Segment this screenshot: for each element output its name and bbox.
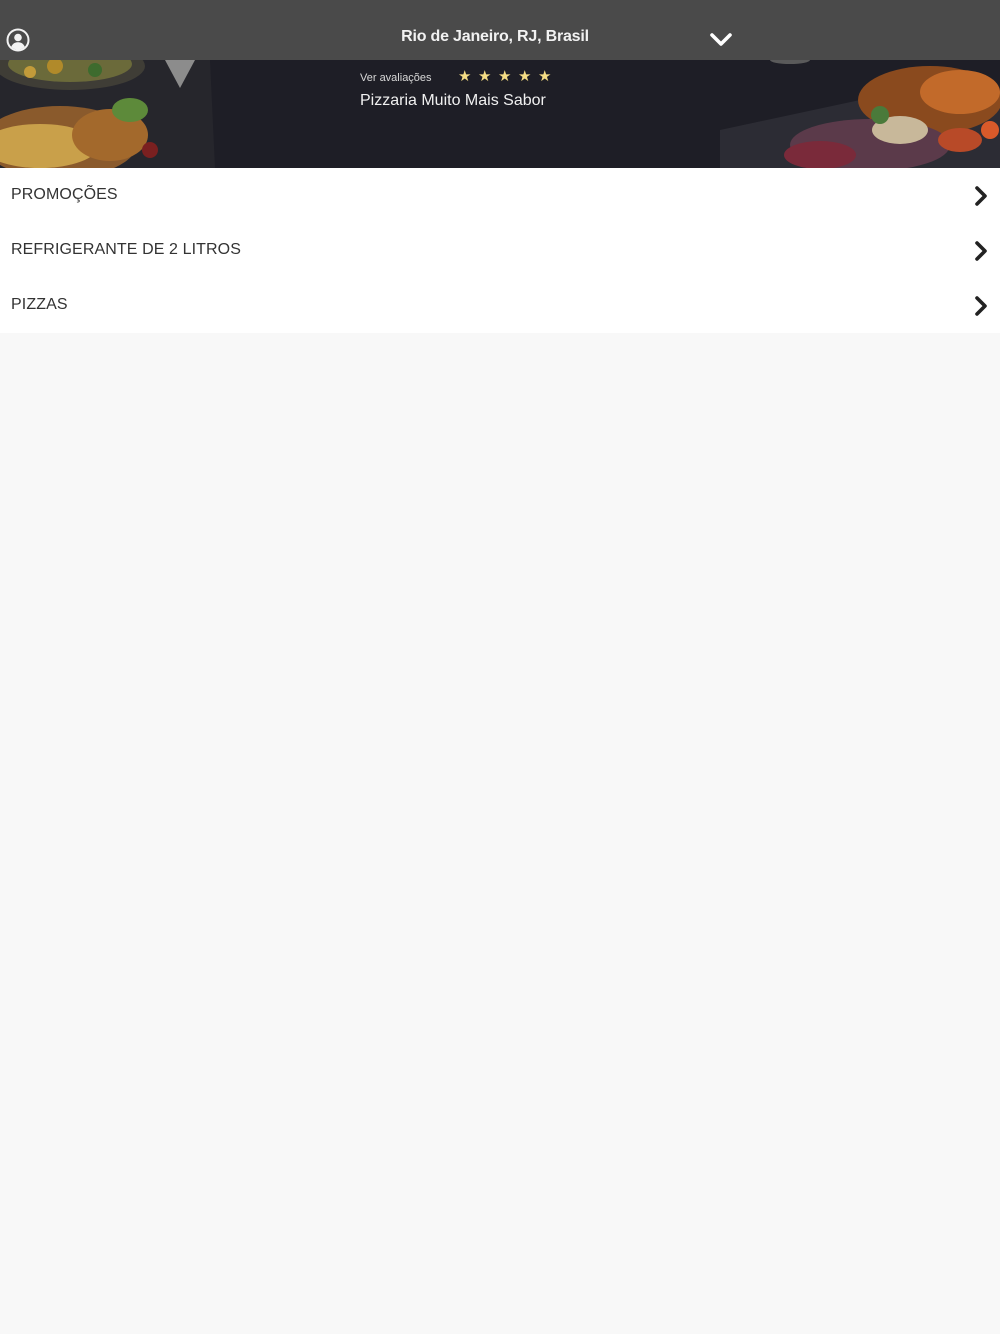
chevron-right-icon: [974, 186, 988, 206]
chevron-down-icon: [708, 30, 734, 50]
category-label: PROMOÇÕES: [11, 186, 118, 203]
category-item[interactable]: PIZZAS: [0, 278, 1000, 333]
star-icon: ★: [538, 68, 552, 85]
category-item[interactable]: REFRIGERANTE DE 2 LITROS: [0, 223, 1000, 278]
category-label: PIZZAS: [11, 296, 68, 313]
location-dropdown-button[interactable]: [708, 30, 734, 50]
store-banner: Ver avaliações ★ ★ ★ ★ ★ Pizzaria Muito Mais…: [0, 60, 1000, 168]
user-circle-icon: [6, 28, 30, 52]
location-selector[interactable]: Rio de Janeiro, RJ, Brasil: [300, 28, 690, 46]
star-icon: ★: [478, 68, 492, 85]
category-list: PROMOÇÕES REFRIGERANTE DE 2 LITROS PIZZA…: [0, 168, 1000, 333]
star-rating: ★ ★ ★ ★ ★: [458, 68, 558, 86]
chevron-right-icon: [974, 296, 988, 316]
star-icon: ★: [458, 68, 472, 85]
store-name: Pizzaria Muito Mais Sabor: [360, 92, 546, 109]
category-item[interactable]: PROMOÇÕES: [0, 168, 1000, 223]
account-button[interactable]: [6, 28, 30, 52]
chevron-right-icon: [974, 241, 988, 261]
category-label: REFRIGERANTE DE 2 LITROS: [11, 241, 241, 258]
reviews-link[interactable]: Ver avaliações: [360, 72, 432, 84]
star-icon: ★: [498, 68, 512, 85]
star-icon: ★: [518, 68, 532, 85]
top-bar: Rio de Janeiro, RJ, Brasil: [0, 0, 1000, 60]
